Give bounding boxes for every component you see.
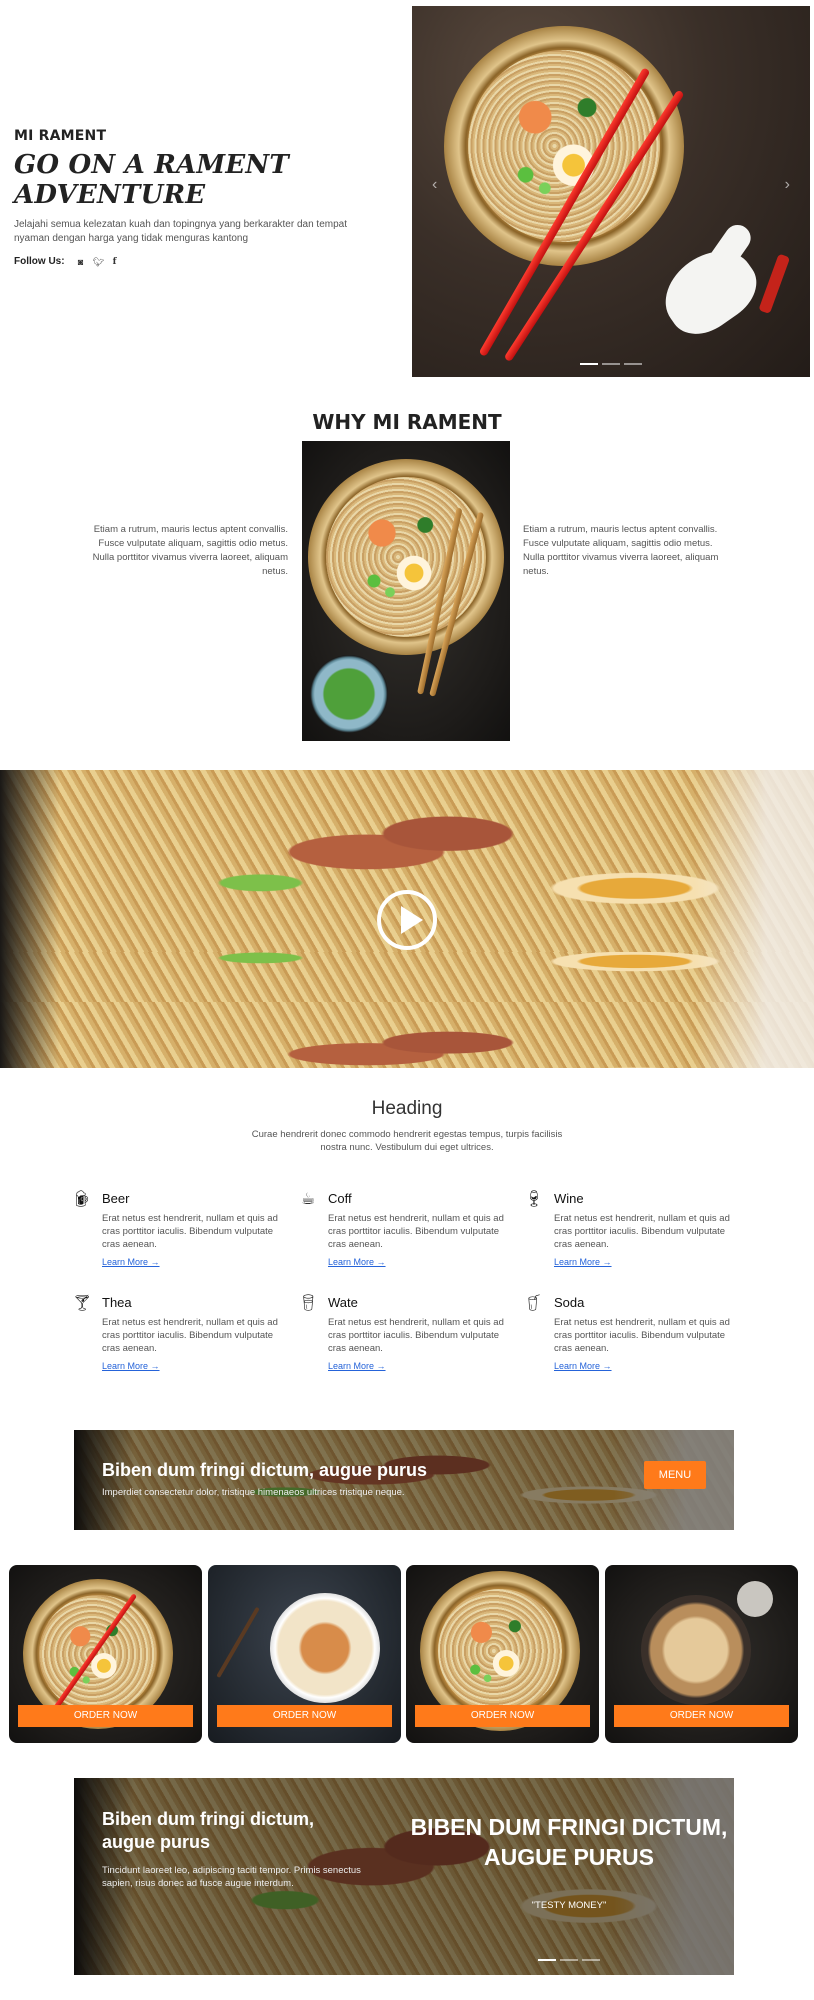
feature-text: Erat netus est hendrerit, nullam et quis… bbox=[328, 1317, 504, 1354]
water-glass-icon: 🥛︎ bbox=[298, 1295, 319, 1312]
hero-eyebrow: MI RAMENT bbox=[14, 128, 107, 144]
product-card: ORDER NOW bbox=[406, 1565, 599, 1743]
coffee-cup-icon: ☕︎ bbox=[300, 1191, 316, 1208]
why-left-text: Etiam a rutrum, mauris lectus aptent con… bbox=[92, 524, 288, 577]
features-subheading: Curae hendrerit donec commodo hendrerit … bbox=[251, 1129, 563, 1153]
learn-more-link[interactable]: Learn More → bbox=[554, 1257, 612, 1267]
hero-title: GO ON A RAMENT ADVENTURE bbox=[14, 150, 289, 210]
beer-mug-icon: 🍺︎ bbox=[72, 1191, 93, 1208]
feature-item: 🥛︎ Wate Erat netus est hendrerit, nullam… bbox=[298, 1294, 524, 1376]
slider-dots bbox=[538, 1959, 600, 1961]
goblet-icon: 🍸︎ bbox=[72, 1295, 93, 1312]
hero-ramen-image: ‹ › bbox=[412, 6, 810, 377]
bottom-text: Tincidunt laoreet leo, adipiscing taciti… bbox=[102, 1865, 361, 1889]
slider-dot[interactable] bbox=[560, 1959, 578, 1961]
feature-text: Erat netus est hendrerit, nullam et quis… bbox=[554, 1213, 730, 1250]
feature-item: 🍸︎ Thea Erat netus est hendrerit, nullam… bbox=[72, 1294, 298, 1376]
order-now-button[interactable]: ORDER NOW bbox=[614, 1705, 789, 1727]
feature-title: Wine bbox=[554, 1191, 584, 1206]
ramen-broth bbox=[326, 477, 486, 637]
prev-arrow[interactable]: ‹ bbox=[432, 176, 437, 194]
features-heading: Heading bbox=[371, 1098, 443, 1119]
order-now-button[interactable]: ORDER NOW bbox=[415, 1705, 590, 1727]
slider-dot[interactable] bbox=[580, 363, 598, 365]
facebook-icon[interactable]: f bbox=[110, 257, 120, 267]
video-cover-image-lower bbox=[0, 952, 814, 1068]
side-dish-bowl bbox=[310, 655, 388, 733]
feature-title: Coff bbox=[328, 1191, 352, 1206]
bottom-title: Biben dum fringi dictum, augue purus bbox=[102, 1809, 314, 1852]
next-arrow[interactable]: › bbox=[785, 176, 790, 194]
bottom-slider: Biben dum fringi dictum, augue purus Tin… bbox=[74, 1778, 734, 1975]
feature-item: 🍷︎ Wine Erat netus est hendrerit, nullam… bbox=[524, 1190, 750, 1272]
why-section: WHY MI RAMENT Etiam a rutrum, mauris lec… bbox=[0, 400, 814, 745]
feature-text: Erat netus est hendrerit, nullam et quis… bbox=[554, 1317, 730, 1354]
feature-title: Thea bbox=[102, 1295, 132, 1310]
order-now-button[interactable]: ORDER NOW bbox=[18, 1705, 193, 1727]
product-card: ORDER NOW bbox=[9, 1565, 202, 1743]
why-right-text: Etiam a rutrum, mauris lectus aptent con… bbox=[523, 524, 719, 577]
cup bbox=[737, 1581, 773, 1617]
ramen-bowl bbox=[641, 1595, 751, 1705]
feature-title: Beer bbox=[102, 1191, 130, 1206]
chili-pepper bbox=[758, 253, 791, 315]
ramen-broth bbox=[438, 1589, 562, 1713]
twitter-icon[interactable]: 🐦︎ bbox=[93, 257, 104, 267]
feature-item: ☕︎ Coff Erat netus est hendrerit, nullam… bbox=[298, 1190, 524, 1272]
ramen-bowl bbox=[270, 1593, 380, 1703]
wine-glass-icon: 🍷︎ bbox=[524, 1191, 545, 1208]
cta-text: Imperdiet consectetur dolor, tristique h… bbox=[102, 1487, 405, 1498]
hero-section: MI RAMENT GO ON A RAMENT ADVENTURE Jelaj… bbox=[0, 0, 814, 380]
why-ramen-image bbox=[302, 441, 510, 741]
instagram-icon[interactable]: ◙ bbox=[76, 257, 86, 267]
feature-item: 🍺︎ Beer Erat netus est hendrerit, nullam… bbox=[72, 1190, 298, 1272]
feature-text: Erat netus est hendrerit, nullam et quis… bbox=[102, 1317, 278, 1354]
learn-more-link[interactable]: Learn More → bbox=[328, 1257, 386, 1267]
slider-dot[interactable] bbox=[602, 363, 620, 365]
slider-dots bbox=[580, 363, 642, 365]
video-section bbox=[0, 770, 814, 1068]
hero-description: Jelajahi semua kelezatan kuah dan toping… bbox=[14, 219, 347, 244]
soda-glass-icon: 🥤︎ bbox=[524, 1295, 545, 1312]
follow-us: Follow Us: ◙ 🐦︎ f bbox=[14, 256, 394, 267]
ramen-broth bbox=[39, 1595, 157, 1713]
menu-button[interactable]: MENU bbox=[644, 1461, 706, 1489]
feature-item: 🥤︎ Soda Erat netus est hendrerit, nullam… bbox=[524, 1294, 750, 1376]
chopstick bbox=[216, 1606, 260, 1678]
spoon bbox=[650, 235, 769, 347]
slider-dot[interactable] bbox=[624, 363, 642, 365]
slider-dot[interactable] bbox=[538, 1959, 556, 1961]
cta-title: Biben dum fringi dictum, augue purus bbox=[102, 1460, 428, 1480]
follow-label: Follow Us: bbox=[14, 256, 65, 267]
order-now-button[interactable]: ORDER NOW bbox=[217, 1705, 392, 1727]
slider-dot[interactable] bbox=[582, 1959, 600, 1961]
feature-text: Erat netus est hendrerit, nullam et quis… bbox=[102, 1213, 278, 1250]
testimonial-headline: BIBEN DUM FRINGI DICTUM, AUGUE PURUS bbox=[410, 1814, 728, 1870]
product-card: ORDER NOW bbox=[208, 1565, 401, 1743]
hero-text: MI RAMENT GO ON A RAMENT ADVENTURE Jelaj… bbox=[14, 128, 394, 267]
features-section: Heading Curae hendrerit donec commodo he… bbox=[0, 1090, 814, 1390]
feature-title: Wate bbox=[328, 1295, 358, 1310]
learn-more-link[interactable]: Learn More → bbox=[554, 1361, 612, 1371]
cta-banner: Biben dum fringi dictum, augue purus Imp… bbox=[74, 1430, 734, 1530]
learn-more-link[interactable]: Learn More → bbox=[102, 1361, 160, 1371]
learn-more-link[interactable]: Learn More → bbox=[102, 1257, 160, 1267]
why-title: WHY MI RAMENT bbox=[312, 410, 502, 434]
features-grid: 🍺︎ Beer Erat netus est hendrerit, nullam… bbox=[72, 1190, 772, 1376]
learn-more-link[interactable]: Learn More → bbox=[328, 1361, 386, 1371]
feature-title: Soda bbox=[554, 1295, 585, 1310]
feature-text: Erat netus est hendrerit, nullam et quis… bbox=[328, 1213, 504, 1250]
testimonial-quote: "TESTY MONEY" bbox=[531, 1900, 607, 1911]
play-button[interactable] bbox=[377, 890, 437, 950]
product-card: ORDER NOW bbox=[605, 1565, 798, 1743]
